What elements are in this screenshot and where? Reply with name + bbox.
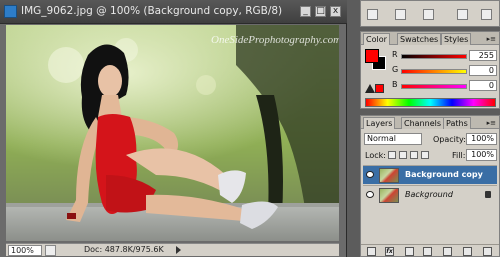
lock-transparency-icon[interactable] <box>388 151 396 159</box>
document-title: IMG_9062.jpg @ 100% (Background copy, RG… <box>21 5 283 17</box>
image-canvas[interactable]: OneSideProphotography.com <box>6 25 339 241</box>
zoom-field[interactable]: 100% <box>8 245 42 256</box>
lock-position-icon[interactable] <box>410 151 418 159</box>
lock-label: Lock: <box>365 151 386 160</box>
value-b[interactable]: 0 <box>469 80 497 91</box>
status-bar: 100% Doc: 487.8K/975.6K <box>6 243 339 256</box>
slider-r[interactable] <box>401 54 467 59</box>
layer-thumbnail <box>379 188 399 203</box>
fill-field[interactable]: 100% <box>466 149 497 161</box>
new-layer-icon[interactable] <box>463 247 472 256</box>
photoshop-workspace: IMG_9062.jpg @ 100% (Background copy, RG… <box>0 0 500 257</box>
out-of-gamut-warning-icon[interactable] <box>365 84 375 93</box>
navigator-panel <box>360 0 500 27</box>
value-g[interactable]: 0 <box>469 65 497 76</box>
trash-icon[interactable] <box>483 247 492 256</box>
layer-name: Background <box>405 190 453 199</box>
status-icon[interactable] <box>45 245 56 256</box>
tab-color[interactable]: Color <box>363 33 390 45</box>
opacity-label: Opacity: <box>433 135 466 144</box>
panels-dock: Color Swatches Styles ▸≡ R 255 G 0 B 0 L… <box>360 0 500 257</box>
doc-size-info: Doc: 487.8K/975.6K <box>84 245 164 254</box>
channel-label-g: G <box>392 65 399 74</box>
visibility-eye-icon[interactable] <box>366 191 374 198</box>
document-titlebar[interactable]: IMG_9062.jpg @ 100% (Background copy, RG… <box>0 0 347 24</box>
layer-thumbnail <box>379 168 399 183</box>
color-spectrum-bar[interactable] <box>365 98 496 107</box>
value-r[interactable]: 255 <box>469 50 497 61</box>
channel-label-r: R <box>392 50 398 59</box>
brush-icon[interactable] <box>457 9 468 20</box>
channel-label-b: B <box>392 80 398 89</box>
layers-panel: Layers Channels Paths ▸≡ Normal Opacity:… <box>360 115 500 257</box>
layer-lock-icon <box>485 191 491 198</box>
opacity-field[interactable]: 100% <box>466 133 497 145</box>
tab-styles[interactable]: Styles <box>441 33 472 45</box>
histogram-icon[interactable] <box>423 9 434 20</box>
watermark-text: OneSideProphotography.com <box>211 34 339 46</box>
fx-icon[interactable]: fx <box>385 247 394 256</box>
minimize-button[interactable]: _ <box>300 6 311 17</box>
layer-name: Background copy <box>405 170 483 179</box>
tab-paths[interactable]: Paths <box>443 117 471 129</box>
layers-bottom-toolbar: fx <box>361 244 499 257</box>
color-panel-tabs: Color Swatches Styles ▸≡ <box>361 32 499 45</box>
panel-menu-icon[interactable]: ▸≡ <box>487 119 496 127</box>
layer-row-background-copy[interactable]: Background copy <box>363 165 497 184</box>
tab-swatches[interactable]: Swatches <box>397 33 442 45</box>
folder-icon[interactable] <box>443 247 452 256</box>
panel-menu-icon[interactable]: ▸≡ <box>487 35 496 43</box>
adjustment-icon[interactable] <box>423 247 432 256</box>
close-button[interactable]: x <box>330 6 341 17</box>
layers-panel-tabs: Layers Channels Paths ▸≡ <box>361 116 499 129</box>
slider-b[interactable] <box>401 84 467 89</box>
document-window: IMG_9062.jpg @ 100% (Background copy, RG… <box>0 0 347 257</box>
mask-icon[interactable] <box>405 247 414 256</box>
visibility-eye-icon[interactable] <box>366 171 374 178</box>
tab-channels[interactable]: Channels <box>401 117 445 129</box>
navigator-icon[interactable] <box>367 9 378 20</box>
slider-g[interactable] <box>401 69 467 74</box>
info-icon[interactable] <box>395 9 406 20</box>
status-menu-arrow-icon[interactable] <box>176 246 181 254</box>
lock-all-icon[interactable] <box>421 151 429 159</box>
lock-image-icon[interactable] <box>399 151 407 159</box>
blend-mode-select[interactable]: Normal <box>364 133 422 145</box>
gamut-swatch[interactable] <box>375 84 384 93</box>
layer-row-background[interactable]: Background <box>363 185 497 204</box>
tool-preset-icon[interactable] <box>481 9 492 20</box>
photo-image: OneSideProphotography.com <box>6 25 339 241</box>
tab-layers[interactable]: Layers <box>363 117 396 129</box>
foreground-color-swatch[interactable] <box>365 49 379 63</box>
fill-label: Fill: <box>452 151 466 160</box>
maximize-button[interactable]: □ <box>315 6 326 17</box>
color-panel: Color Swatches Styles ▸≡ R 255 G 0 B 0 <box>360 31 500 109</box>
link-icon[interactable] <box>367 247 376 256</box>
photoshop-document-icon <box>4 5 17 18</box>
